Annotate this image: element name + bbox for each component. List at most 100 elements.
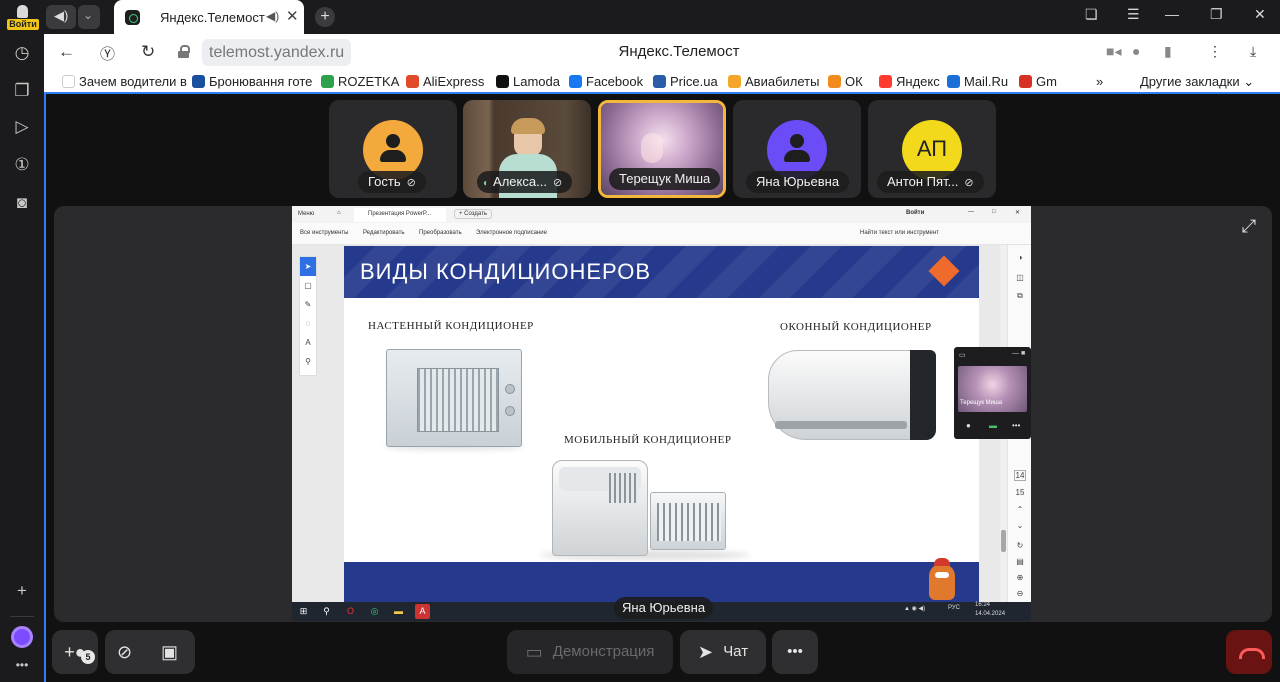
new-tab-button[interactable]: +: [315, 7, 335, 27]
more-button[interactable]: •••: [772, 630, 818, 674]
bookmark-item[interactable]: ROZETKA: [321, 74, 399, 89]
minimize-icon[interactable]: —: [1165, 6, 1179, 22]
avatar-initials: АП: [916, 136, 948, 161]
video-icon[interactable]: ▷: [11, 116, 33, 138]
shared-search: Найти текст или инструмент: [860, 230, 939, 236]
bookmark-favicon-icon: [653, 75, 666, 88]
browser-menu-icon[interactable]: ☰: [1127, 6, 1140, 23]
bookmark-label: Price.ua: [670, 74, 718, 89]
url-field[interactable]: telemost.yandex.ru Яндекс.Телемост: [174, 39, 1184, 66]
ac-grill: [609, 473, 639, 503]
search-icon: ⚲: [323, 606, 330, 616]
text-tool-icon: A: [305, 338, 311, 347]
mic-off-icon[interactable]: ⊘: [117, 630, 132, 674]
tray-icons: ▲ ◉ ◀): [904, 606, 926, 612]
restore-icon[interactable]: ❐: [1210, 6, 1223, 23]
sidebar-divider: [10, 616, 34, 617]
tabs-menu-button[interactable]: ⌄: [78, 5, 100, 29]
bookmark-item[interactable]: Mail.Ru: [947, 74, 1008, 89]
bookmark-favicon-icon: [947, 75, 960, 88]
scroll-thumb: [1001, 530, 1006, 552]
shared-screen: Меню ⌂ Презентация PowerP... + Создать В…: [292, 206, 1031, 621]
fullscreen-icon[interactable]: ⤢: [1237, 216, 1261, 240]
page-number-next: 15: [1015, 488, 1025, 497]
address-bar: ← Ⓨ ↻ telemost.yandex.ru Яндекс.Телемост…: [44, 34, 1280, 72]
tab-close-icon[interactable]: ✕: [286, 7, 299, 25]
bookmark-label: ROZETKA: [338, 74, 400, 89]
mic-muted-icon: ⊘: [552, 177, 563, 189]
user-icon-body: [380, 150, 406, 162]
downloads-icon[interactable]: ⤓: [1250, 43, 1256, 60]
hang-up-button[interactable]: [1226, 630, 1272, 674]
profile-login[interactable]: Войти: [4, 2, 40, 32]
tab-collections-icon[interactable]: ❏: [1085, 6, 1098, 23]
bookmark-item[interactable]: Price.ua: [653, 74, 718, 89]
more-label: •••: [787, 643, 803, 660]
person-hair: [511, 118, 545, 134]
opera-icon: O: [346, 606, 354, 616]
participants-button[interactable]: +● 5: [52, 630, 98, 674]
bookmark-item[interactable]: Lamoda: [496, 74, 560, 89]
bookmark-item[interactable]: AliExpress: [406, 74, 484, 89]
tab-audio-icon[interactable]: ◀): [266, 9, 279, 23]
other-bookmarks-folder[interactable]: Другие закладки ⌄: [1140, 74, 1254, 90]
camera-indicator-icon[interactable]: ■◂: [1106, 43, 1121, 60]
close-window-icon[interactable]: ✕: [1254, 6, 1266, 23]
mobile-ac-image: [552, 460, 648, 556]
bookmark-label: Mail.Ru: [964, 74, 1009, 89]
alice-assistant-icon[interactable]: [11, 626, 33, 648]
sound-toggle-button[interactable]: ◀): [46, 5, 76, 29]
mini-minimize-icon: —: [1012, 350, 1019, 357]
bookmark-favicon-icon: [828, 75, 841, 88]
mini-screen-icon: ▬: [989, 421, 997, 430]
bookmark-item[interactable]: Авиабилеты: [728, 74, 819, 89]
bookmark-item[interactable]: Зачем водители в: [62, 74, 187, 89]
bookmark-favicon-icon: [728, 75, 741, 88]
bookmarks-overflow-button[interactable]: »: [1096, 74, 1103, 89]
participant-tile-yana[interactable]: Яна Юрьевна: [733, 100, 861, 198]
bookmark-item[interactable]: Бронювання готе: [192, 74, 312, 89]
telemost-favicon-icon: [125, 10, 140, 25]
bookmark-favicon-icon: [1019, 75, 1032, 88]
speaker-label: Яна Юрьевна: [614, 597, 714, 619]
mic-indicator-icon[interactable]: ●: [1132, 43, 1140, 59]
chat-button[interactable]: ➤ Чат: [680, 630, 766, 674]
tab-one-icon[interactable]: ①: [11, 154, 33, 176]
bookmark-favicon-icon: [192, 75, 205, 88]
tab-telemost[interactable]: Яндекс.Телемост ◀) ✕: [114, 0, 304, 34]
tool-icon: ◑: [1017, 253, 1023, 262]
tray-date: 14.04.2024: [975, 611, 1006, 617]
add-panel-icon[interactable]: +: [11, 580, 33, 602]
back-icon[interactable]: ←: [58, 42, 75, 62]
shared-close-icon: ✕: [1015, 210, 1021, 216]
history-icon[interactable]: ◷: [11, 42, 33, 64]
bookmark-icon[interactable]: ▮: [1164, 43, 1172, 60]
participant-tile-alexa[interactable]: ◐ Алекса... ⊘: [463, 100, 591, 198]
bookmark-item[interactable]: Gm: [1019, 74, 1057, 89]
bookmark-item[interactable]: Яндекс: [879, 74, 940, 89]
participant-tile-anton[interactable]: АП Антон Пят... ⊘: [868, 100, 996, 198]
yandex-home-icon[interactable]: Ⓨ: [100, 43, 115, 64]
windows-start-icon: ⊞: [299, 606, 308, 616]
zoom-in-icon: ⊕: [1016, 573, 1024, 582]
page-menu-icon[interactable]: ⋮: [1208, 43, 1222, 60]
participant-tile-guest[interactable]: Гость ⊘: [329, 100, 457, 198]
screen-share-button[interactable]: ▭ Демонстрация: [507, 630, 673, 674]
participant-tile-misha[interactable]: Терещук Миша: [598, 100, 726, 198]
ac-grill: [417, 368, 499, 432]
mic-muted-icon: ⊘: [406, 177, 416, 189]
bookmark-item[interactable]: Facebook: [569, 74, 643, 89]
bookmark-label: Бронювання готе: [209, 74, 313, 89]
collections-icon[interactable]: ❐: [11, 80, 33, 102]
camera-off-icon[interactable]: ▣: [161, 630, 178, 674]
more-icon[interactable]: •••: [11, 654, 33, 676]
tab-strip: ◀) ⌄ Яндекс.Телемост ◀) ✕ + ❏ ☰ — ❐ ✕: [44, 0, 1280, 34]
screenshot-icon[interactable]: ◙: [11, 192, 33, 214]
reload-icon[interactable]: ↻: [141, 42, 155, 62]
participant-name: Алекса...: [493, 174, 547, 189]
bookmark-item[interactable]: ОК: [828, 74, 863, 89]
mini-camera-icon: ▭: [959, 352, 966, 359]
split-ac-image: [768, 350, 936, 440]
bookmark-label: Яндекс: [896, 74, 940, 89]
bookmark-favicon-icon: [879, 75, 892, 88]
